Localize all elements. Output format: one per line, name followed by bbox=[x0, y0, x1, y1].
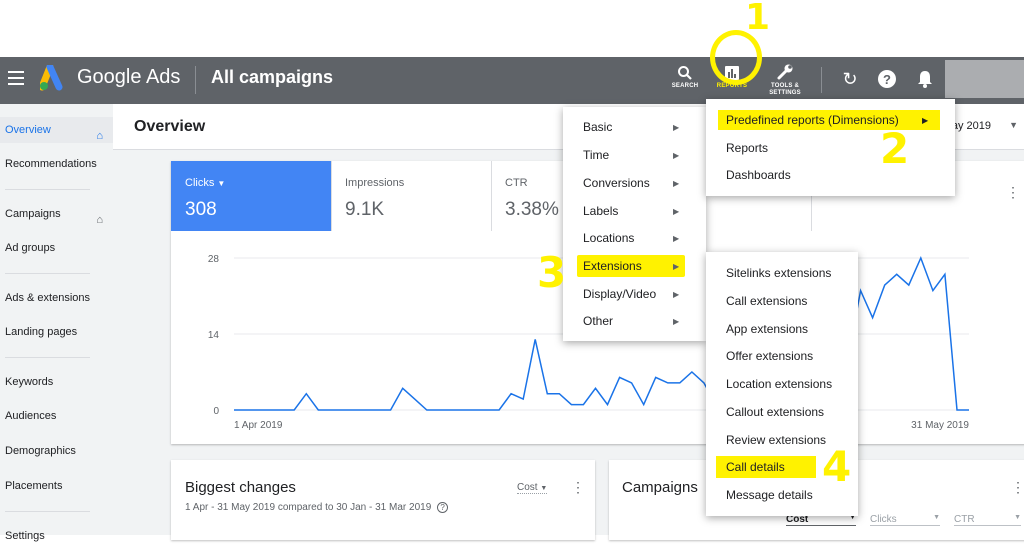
menu-item-call-extensions[interactable]: Call extensions bbox=[726, 294, 807, 308]
title-divider bbox=[195, 66, 196, 94]
home-icon: ⌂ bbox=[96, 130, 103, 142]
chevron-right-icon: ▶ bbox=[673, 179, 680, 188]
biggest-changes-title: Biggest changes bbox=[185, 479, 296, 496]
refresh-icon[interactable]: ↻ bbox=[838, 67, 862, 91]
menu-item-predefined-reports[interactable]: Predefined reports (Dimensions) bbox=[726, 113, 899, 127]
sidebar-item-overview[interactable]: Overview ⌂ bbox=[0, 117, 113, 143]
sidebar-divider bbox=[5, 189, 90, 190]
menu-item-other[interactable]: Other bbox=[583, 314, 613, 328]
sidebar-item-demographics[interactable]: Demographics bbox=[0, 438, 113, 464]
chevron-right-icon: ▶ bbox=[922, 116, 929, 125]
menu-item-time[interactable]: Time bbox=[583, 148, 609, 162]
sort-selector[interactable]: Cost ▼ bbox=[517, 482, 548, 494]
metric-impressions[interactable]: Impressions 9.1K bbox=[331, 161, 491, 231]
menu-item-app-extensions[interactable]: App extensions bbox=[726, 322, 808, 336]
wrench-icon bbox=[761, 61, 809, 83]
sidebar-item-keywords[interactable]: Keywords bbox=[0, 369, 113, 395]
home-icon: ⌂ bbox=[96, 214, 103, 226]
y-tick-label: 28 bbox=[208, 254, 220, 265]
toolbar-divider bbox=[821, 67, 822, 93]
sidebar-item-recommendations[interactable]: Recommendations bbox=[0, 151, 113, 177]
page-title: All campaigns bbox=[211, 67, 334, 87]
more-options-icon[interactable]: ⋮ bbox=[1011, 480, 1024, 494]
sidebar: Overview ⌂ Recommendations Campaigns ⌂ A… bbox=[0, 104, 113, 542]
metric-divider bbox=[331, 161, 332, 231]
menu-item-sitelinks-extensions[interactable]: Sitelinks extensions bbox=[726, 266, 831, 280]
x-start-label: 1 Apr 2019 bbox=[234, 420, 283, 431]
menu-item-labels[interactable]: Labels bbox=[583, 204, 618, 218]
sidebar-divider bbox=[5, 511, 90, 512]
sidebar-divider bbox=[5, 357, 90, 358]
menu-item-callout-extensions[interactable]: Callout extensions bbox=[726, 405, 824, 419]
search-button[interactable]: SEARCH bbox=[661, 61, 709, 101]
search-icon bbox=[661, 61, 709, 83]
annotation-step-1: 1 bbox=[745, 0, 771, 38]
sidebar-item-ad-groups[interactable]: Ad groups bbox=[0, 235, 113, 261]
caret-down-icon: ▼ bbox=[540, 485, 548, 492]
chevron-right-icon: ▶ bbox=[673, 317, 680, 326]
menu-item-message-details[interactable]: Message details bbox=[726, 488, 813, 502]
chevron-right-icon: ▶ bbox=[673, 262, 680, 271]
annotation-step-4: 4 bbox=[822, 442, 852, 491]
sidebar-divider bbox=[5, 273, 90, 274]
menu-item-display-video[interactable]: Display/Video bbox=[583, 287, 656, 301]
account-switcher[interactable] bbox=[945, 60, 1024, 98]
y-tick-label: 14 bbox=[208, 330, 220, 341]
menu-item-call-details[interactable]: Call details bbox=[726, 460, 785, 474]
annotation-step-2: 2 bbox=[880, 124, 910, 173]
overview-title: Overview bbox=[134, 118, 206, 135]
x-end-label: 31 May 2019 bbox=[911, 420, 969, 431]
chevron-right-icon: ▶ bbox=[673, 234, 680, 243]
more-options-icon[interactable]: ⋮ bbox=[1006, 185, 1020, 199]
chevron-right-icon: ▶ bbox=[673, 123, 680, 132]
menu-item-basic[interactable]: Basic bbox=[583, 120, 612, 134]
menu-item-locations[interactable]: Locations bbox=[583, 231, 634, 245]
google-ads-logo bbox=[40, 65, 63, 91]
notifications-icon[interactable] bbox=[913, 67, 937, 91]
sidebar-item-audiences[interactable]: Audiences bbox=[0, 403, 113, 429]
menu-item-location-extensions[interactable]: Location extensions bbox=[726, 377, 832, 391]
caret-down-icon: ▼ bbox=[933, 514, 940, 521]
campaigns-title: Campaigns bbox=[622, 479, 698, 496]
annotation-step-3: 3 bbox=[537, 248, 567, 297]
metric-clicks[interactable]: Clicks ▼ 308 bbox=[171, 161, 331, 231]
svg-text:?: ? bbox=[883, 72, 891, 87]
sidebar-item-placements[interactable]: Placements bbox=[0, 473, 113, 499]
top-bar: Google Ads All campaigns SEARCH REPORTS … bbox=[0, 57, 1024, 104]
chevron-right-icon: ▶ bbox=[673, 207, 680, 216]
menu-icon[interactable] bbox=[8, 71, 24, 85]
annotation-circle-reports bbox=[710, 30, 762, 85]
caret-down-icon: ▼ bbox=[1014, 514, 1021, 521]
sidebar-item-settings[interactable]: Settings bbox=[0, 523, 113, 549]
y-tick-label: 0 bbox=[213, 406, 219, 417]
tools-settings-button[interactable]: TOOLS & SETTINGS bbox=[761, 61, 809, 101]
column-ctr[interactable]: CTR ▼ bbox=[954, 514, 1021, 526]
sidebar-item-campaigns[interactable]: Campaigns ⌂ bbox=[0, 201, 113, 227]
chevron-right-icon: ▶ bbox=[673, 290, 680, 299]
metric-divider bbox=[491, 161, 492, 231]
biggest-changes-subtitle: 1 Apr - 31 May 2019 compared to 30 Jan -… bbox=[185, 502, 449, 513]
menu-item-conversions[interactable]: Conversions bbox=[583, 176, 650, 190]
menu-item-reports[interactable]: Reports bbox=[726, 141, 768, 155]
reports-menu: Predefined reports (Dimensions) ▶ Report… bbox=[706, 99, 955, 196]
column-clicks[interactable]: Clicks ▼ bbox=[870, 514, 940, 526]
report-categories-menu: Basic ▶ Time ▶ Conversions ▶ Labels ▶ Lo… bbox=[563, 107, 706, 341]
help-icon[interactable]: ? bbox=[875, 67, 899, 91]
date-range-label[interactable]: ay 2019 bbox=[952, 120, 991, 132]
caret-down-icon: ▼ bbox=[217, 179, 226, 188]
menu-item-offer-extensions[interactable]: Offer extensions bbox=[726, 349, 813, 363]
menu-item-review-extensions[interactable]: Review extensions bbox=[726, 433, 826, 447]
caret-down-icon[interactable]: ▼ bbox=[1009, 120, 1018, 130]
sidebar-item-landing-pages[interactable]: Landing pages bbox=[0, 319, 113, 345]
biggest-changes-card: Biggest changes 1 Apr - 31 May 2019 comp… bbox=[171, 460, 595, 540]
brand-name: Google Ads bbox=[77, 66, 181, 88]
chevron-right-icon: ▶ bbox=[673, 151, 680, 160]
help-circle-icon[interactable]: ? bbox=[437, 502, 449, 513]
sidebar-item-ads-extensions[interactable]: Ads & extensions bbox=[0, 285, 113, 311]
menu-item-dashboards[interactable]: Dashboards bbox=[726, 168, 791, 182]
more-options-icon[interactable]: ⋮ bbox=[571, 480, 585, 494]
menu-item-extensions[interactable]: Extensions bbox=[583, 259, 642, 273]
